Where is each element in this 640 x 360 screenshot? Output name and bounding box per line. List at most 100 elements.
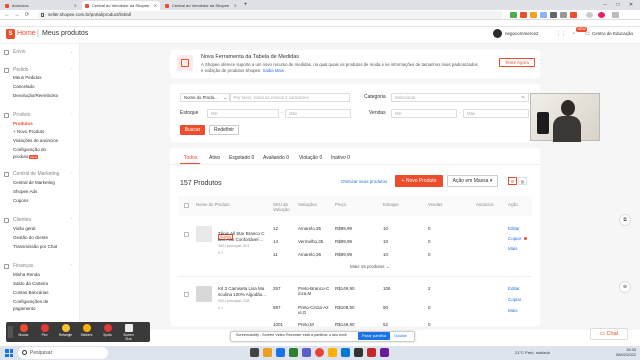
tab-avaliando[interactable]: Avaliando 0 xyxy=(263,154,289,162)
system-clock[interactable]: 15:33 08/02/2022 xyxy=(606,347,636,357)
app-icon[interactable] xyxy=(367,348,376,357)
cell-stock[interactable]: 106 xyxy=(383,286,391,291)
extension-icon[interactable] xyxy=(510,12,517,18)
chrome-icon[interactable] xyxy=(315,348,324,357)
forward-icon[interactable]: → xyxy=(13,10,21,20)
cell-stock[interactable]: 52 xyxy=(383,322,388,327)
row-checkbox[interactable] xyxy=(184,232,189,237)
bulk-action-select[interactable]: Ação em Massa ▾ xyxy=(447,175,498,187)
app-icon[interactable] xyxy=(328,348,337,357)
copy-link[interactable]: Copiar xyxy=(508,236,521,241)
add-product-button[interactable]: + Novo Produto xyxy=(395,175,443,187)
row-checkbox[interactable] xyxy=(184,292,189,297)
product-name[interactable]: Tênis All Star Branco C xyxy=(218,231,265,236)
drag-handle-icon[interactable] xyxy=(8,326,13,338)
excel-icon[interactable] xyxy=(289,348,298,357)
education-icon[interactable]: ▭ xyxy=(584,31,591,37)
col-variations[interactable]: Variações xyxy=(298,202,317,207)
pen-tool-button[interactable]: Pen xyxy=(37,324,52,337)
account-name[interactable]: negocommerce2 xyxy=(505,31,539,36)
sidebar-section-marketing[interactable]: Central de Marketing ⌃ xyxy=(0,171,73,177)
menu-icon[interactable] xyxy=(612,12,619,18)
tab-todos[interactable]: Todos xyxy=(184,154,197,162)
sidebar-item-cancelado[interactable]: Cancelado xyxy=(13,84,35,90)
browser-tab-active[interactable]: Central do Vendedor da Shopee ✕ xyxy=(82,1,160,10)
sidebar-item-produtos[interactable]: Produtos xyxy=(13,121,33,127)
product-name-cont[interactable]: ano Alto Confortável ... xyxy=(218,237,264,242)
reset-button[interactable]: Redefinir xyxy=(209,125,239,135)
browser-tab[interactable]: Anúncios ✕ xyxy=(2,1,80,10)
sidebar-section-pedido[interactable]: Pedido ⌃ xyxy=(0,67,73,73)
sidebar-item-cupons[interactable]: Cupons xyxy=(13,198,29,204)
mouse-tool-button[interactable]: Mouse xyxy=(16,324,31,337)
cell-stock[interactable]: 10 xyxy=(383,226,388,231)
cell-price[interactable]: R$149,90 xyxy=(335,322,355,327)
select-all-checkbox[interactable] xyxy=(184,203,189,208)
extension-icon[interactable] xyxy=(550,12,557,18)
show-more-variations[interactable]: Mais 15 produtos ⌄ xyxy=(350,264,390,270)
cell-price[interactable]: R$149,90 xyxy=(335,286,355,291)
col-stock[interactable]: Estoque xyxy=(383,202,399,207)
sidebar-item-central-marketing[interactable]: Central de Marketing xyxy=(13,180,55,186)
close-tab-icon[interactable]: ✕ xyxy=(74,1,77,10)
sidebar-item-visao-geral[interactable]: Visão geral xyxy=(13,226,35,232)
name-type-select[interactable]: Nome do Produ... ⌄ xyxy=(180,93,230,102)
sidebar-item-configuracao-cont[interactable]: produto Novo xyxy=(13,154,39,160)
grid-apps-icon[interactable]: ⋮⋮ xyxy=(556,31,566,37)
sidebar-item-saldo-carteira[interactable]: Saldo da Carteira xyxy=(13,281,48,287)
sales-max-input[interactable]: Máx xyxy=(463,109,529,118)
float-support-icon[interactable]: ⊕ xyxy=(619,281,631,293)
store-icon[interactable] xyxy=(341,348,350,357)
sidebar-item-contas-bancarias[interactable]: Contas Bancárias xyxy=(13,290,49,296)
chat-button[interactable]: ▭ Chat xyxy=(590,328,628,340)
cell-price[interactable]: R$109,90 xyxy=(335,305,355,310)
avatar[interactable] xyxy=(493,29,502,38)
sidebar-item-transmissao-chat[interactable]: Transmissão por Chat xyxy=(13,244,57,250)
teams-icon[interactable] xyxy=(302,348,311,357)
close-tab-icon[interactable]: ✕ xyxy=(154,1,157,10)
weather-widget[interactable]: 21°C Pred. nublado xyxy=(515,350,550,355)
learn-more-link[interactable]: Saiba Mais xyxy=(263,68,284,73)
sidebar-item-meus-pedidos[interactable]: Meus Pedidos xyxy=(13,75,42,81)
sidebar-section-clientes[interactable]: Clientes ⌃ xyxy=(0,217,73,223)
extension-icon[interactable] xyxy=(570,12,577,18)
sidebar-item-config-pagamento-cont[interactable]: pagamento xyxy=(13,306,36,312)
optimize-products-link[interactable]: Otimizar seus produtos xyxy=(341,179,387,184)
shopee-logo[interactable]: S xyxy=(6,29,15,39)
sidebar-item-novo-produto[interactable]: + Novo Produto xyxy=(13,129,44,135)
col-price[interactable]: Preço xyxy=(335,202,346,207)
minimize-icon[interactable]: – xyxy=(600,0,610,10)
cell-stock[interactable]: 90 xyxy=(383,305,388,310)
more-link[interactable]: Mais xyxy=(508,308,518,313)
extension-icon[interactable] xyxy=(520,12,527,18)
copy-link[interactable]: Copiar xyxy=(508,297,521,302)
sidebar-item-gestao-cliente[interactable]: Gestão do cliente xyxy=(13,235,48,241)
windows-start-icon[interactable] xyxy=(5,349,13,357)
sidebar-item-configuracao[interactable]: Configuração do xyxy=(13,147,46,153)
cell-stock[interactable]: 10 xyxy=(383,252,388,257)
home-link[interactable]: Home xyxy=(17,30,36,38)
taskbar-search[interactable]: Pesquisar xyxy=(18,347,108,359)
category-select[interactable]: Selecionar ✎ xyxy=(391,93,529,102)
list-view-toggle[interactable]: ☰ xyxy=(508,177,517,185)
tab-violacao[interactable]: Violação 0 xyxy=(299,154,322,162)
sidebar-section-financas[interactable]: Finanças ⌃ xyxy=(0,263,73,269)
sidebar-item-minha-renda[interactable]: Minha Renda xyxy=(13,272,40,278)
extension-icon[interactable] xyxy=(540,12,547,18)
hide-notification-button[interactable]: Ocultar xyxy=(394,333,407,338)
stop-sharing-button[interactable]: Parar partilha xyxy=(358,332,390,340)
sidebar-section-envio[interactable]: Envio ⌄ xyxy=(0,49,73,55)
tab-ativo[interactable]: Ativo xyxy=(209,154,220,162)
app-icon[interactable] xyxy=(354,348,363,357)
edit-link[interactable]: Editar xyxy=(508,286,520,291)
browser-tab[interactable]: Central do Vendedor da Shopee ✕ xyxy=(162,1,240,10)
product-search-input[interactable]: Por favor, insira ao menos 2 caracteres xyxy=(230,93,350,102)
sidebar-item-violacoes[interactable]: Violações de anúncios xyxy=(13,138,58,144)
grid-view-toggle[interactable]: ▦ xyxy=(518,177,527,185)
float-panel-icon[interactable]: ⧉ xyxy=(619,214,631,226)
more-link[interactable]: Mais xyxy=(508,246,518,251)
product-name[interactable]: Kit 3 Camiseta Lisa Ma xyxy=(218,286,264,291)
notification-bell-icon[interactable]: ◔ xyxy=(570,31,577,37)
url-field[interactable]: seller.shopee.com.br/portal/product/list… xyxy=(38,11,503,19)
back-icon[interactable]: ← xyxy=(3,10,11,20)
